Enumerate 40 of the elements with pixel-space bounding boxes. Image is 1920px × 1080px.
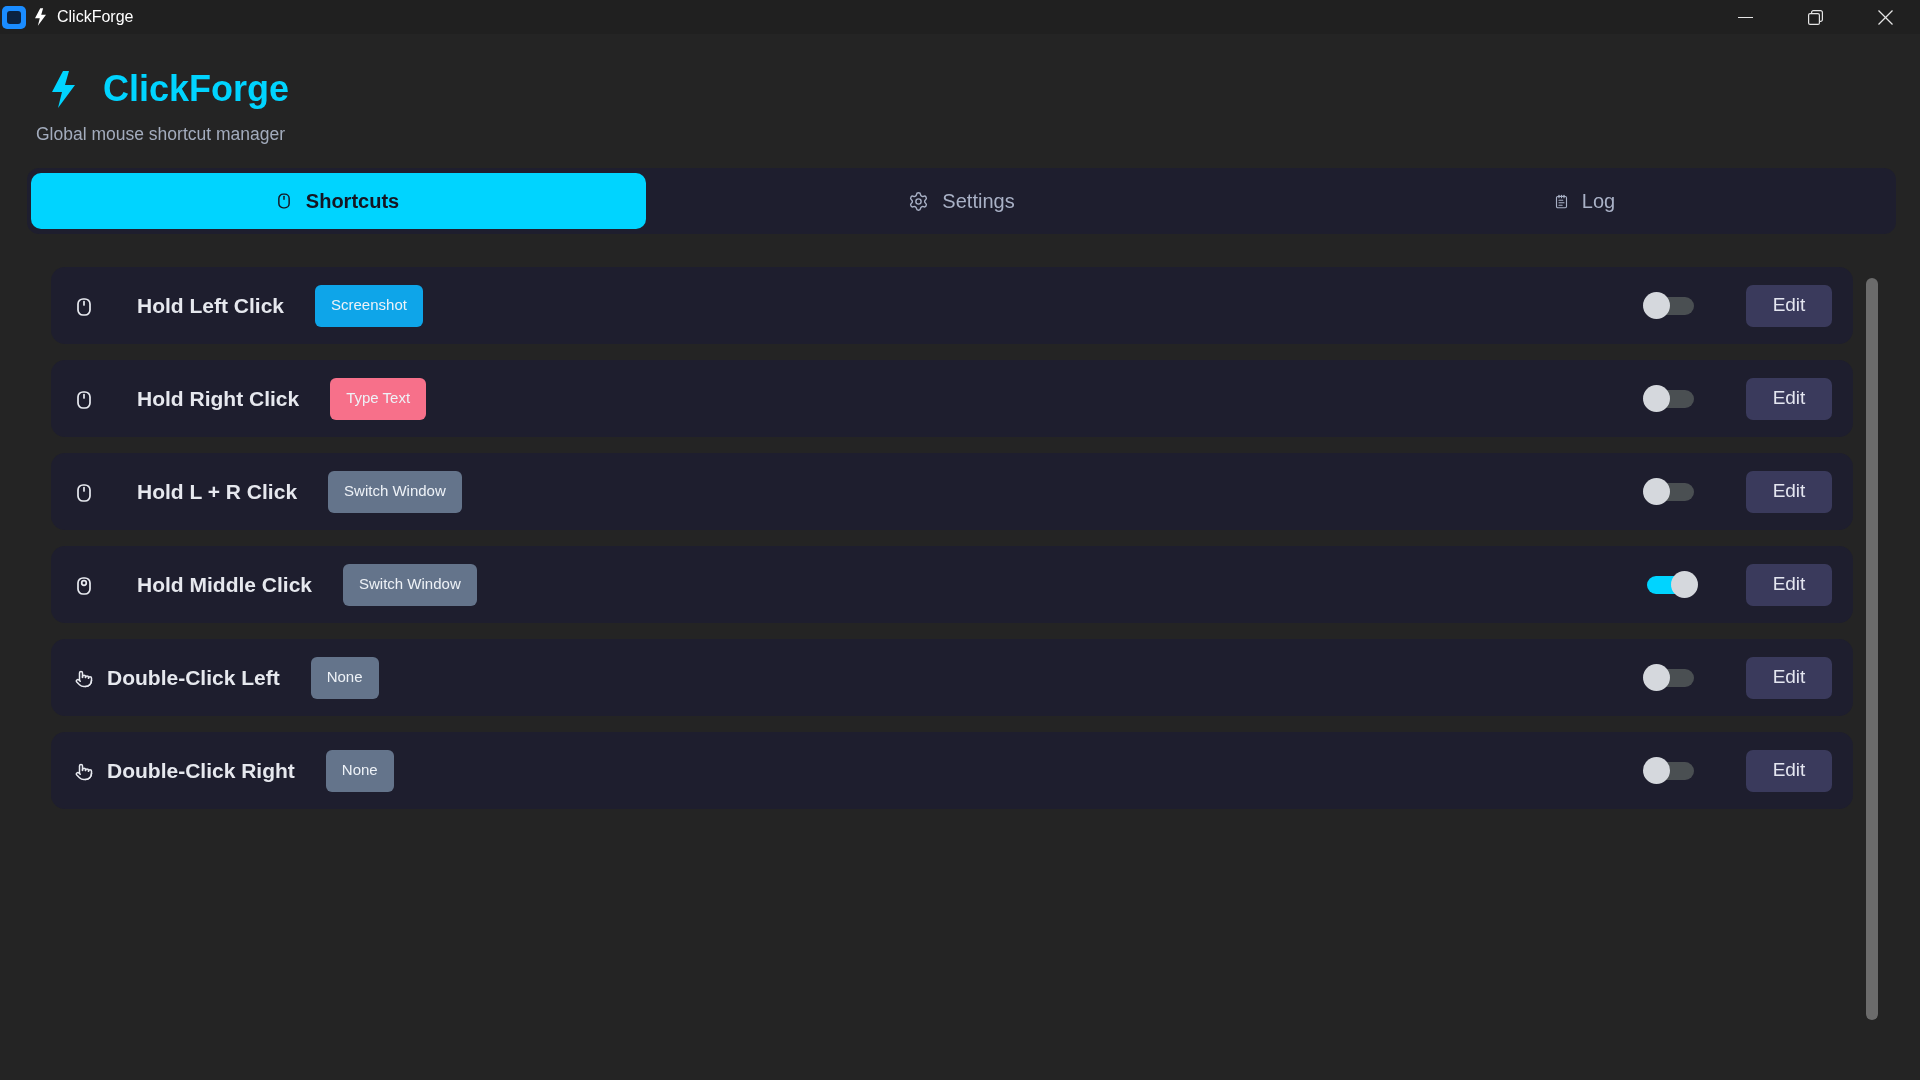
action-tag: None (325, 749, 394, 792)
notepad-icon (1553, 193, 1569, 209)
edit-button[interactable]: Edit (1746, 656, 1832, 699)
shortcut-name: Hold Right Click (137, 385, 300, 412)
shortcut-name: Hold Middle Click (137, 571, 312, 598)
tab[interactable]: Log (1277, 173, 1892, 229)
action-tag: Switch Window (343, 563, 477, 606)
edit-button[interactable]: Edit (1746, 563, 1832, 606)
action-tag: Switch Window (328, 470, 462, 513)
close-icon (1877, 9, 1893, 25)
lightning-bolt-icon (35, 8, 46, 26)
app-title: ClickForge (103, 67, 290, 111)
action-tag: Screenshot (315, 284, 423, 327)
action-tag: Type Text (330, 377, 427, 420)
edit-button[interactable]: Edit (1746, 284, 1832, 327)
hand-pointer-icon (75, 763, 93, 781)
window-title: ClickForge (57, 7, 134, 27)
minimize-icon (1737, 16, 1753, 18)
app-icon (2, 5, 26, 29)
app-subtitle: Global mouse shortcut manager (36, 123, 286, 145)
shortcut-name: Hold L + R Click (137, 478, 298, 505)
settings-icon (908, 190, 930, 212)
restore-icon (1807, 9, 1823, 25)
tab[interactable]: Settings (654, 173, 1269, 229)
mouse-icon (77, 391, 91, 409)
tab[interactable]: Shortcuts (31, 173, 646, 229)
shortcut-name: Double-Click Left (107, 664, 280, 691)
hand-pointer-icon (75, 670, 93, 688)
edit-button[interactable]: Edit (1746, 470, 1832, 513)
mouse-icon (77, 484, 91, 502)
shortcut-name: Hold Left Click (137, 292, 284, 319)
action-tag: None (310, 656, 379, 699)
shortcut-name: Double-Click Right (107, 757, 295, 784)
mouse-icon (277, 193, 290, 209)
scrollbar[interactable] (1866, 278, 1878, 1020)
edit-button[interactable]: Edit (1746, 749, 1832, 792)
lightning-bolt-icon (52, 70, 75, 108)
mouse-wheel-icon (77, 577, 91, 595)
mouse-icon (77, 298, 91, 316)
edit-button[interactable]: Edit (1746, 377, 1832, 420)
